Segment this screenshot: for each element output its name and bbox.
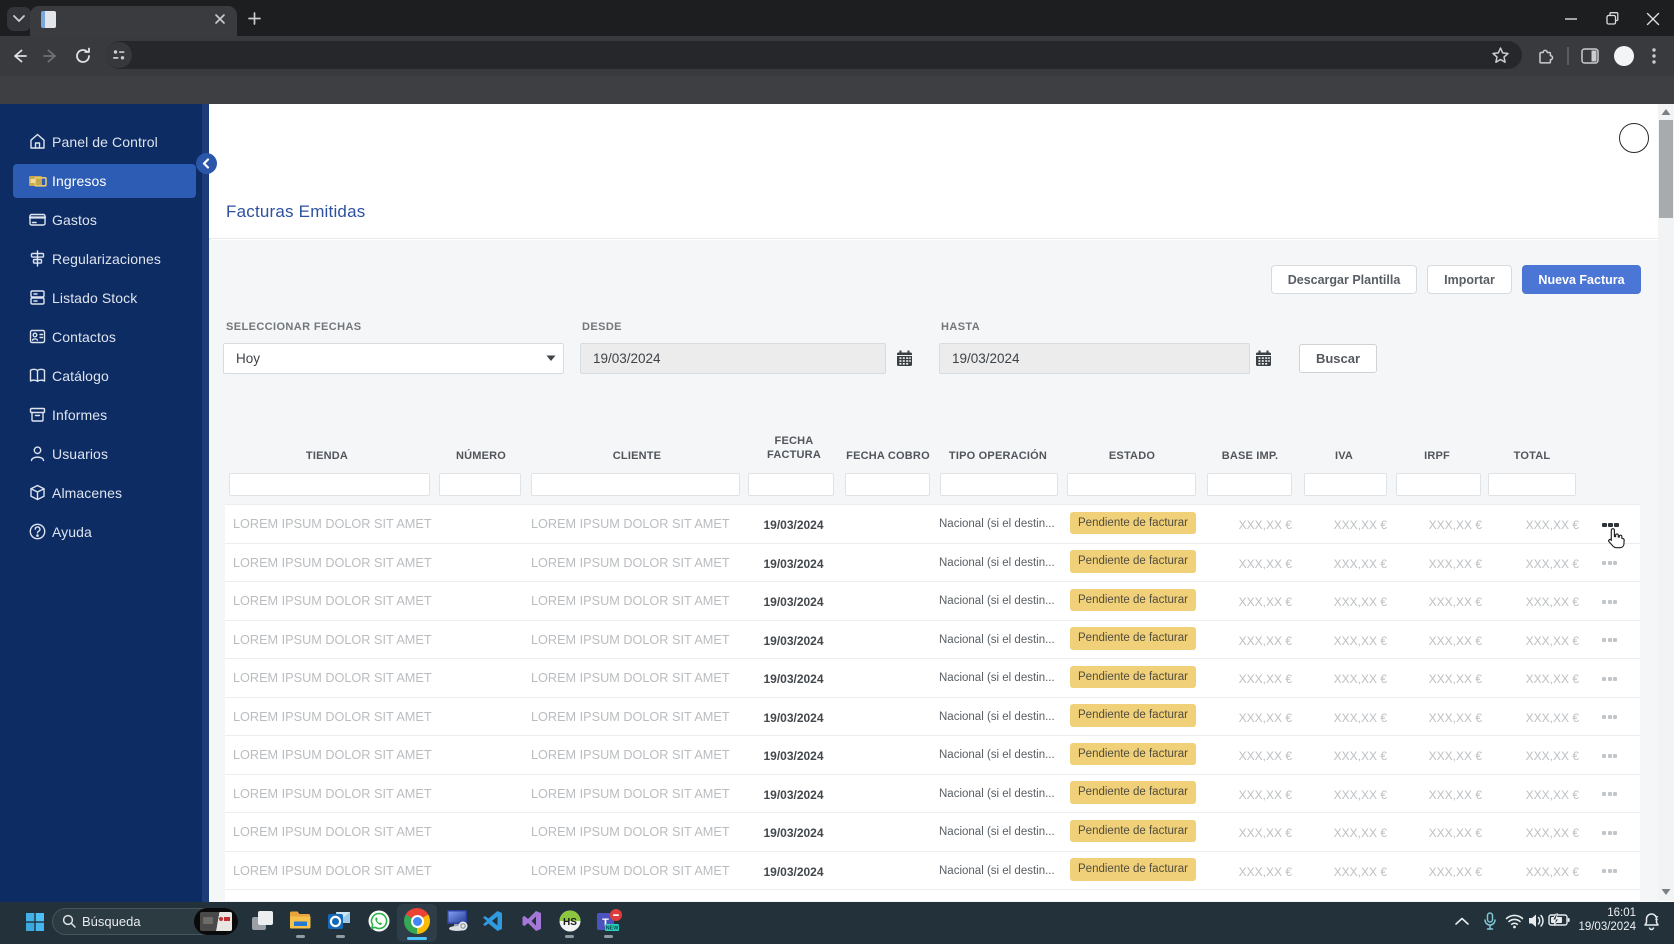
svg-text:HS: HS <box>563 917 577 928</box>
svg-text:NEW: NEW <box>606 926 620 932</box>
svg-text:z: z <box>1655 915 1659 922</box>
